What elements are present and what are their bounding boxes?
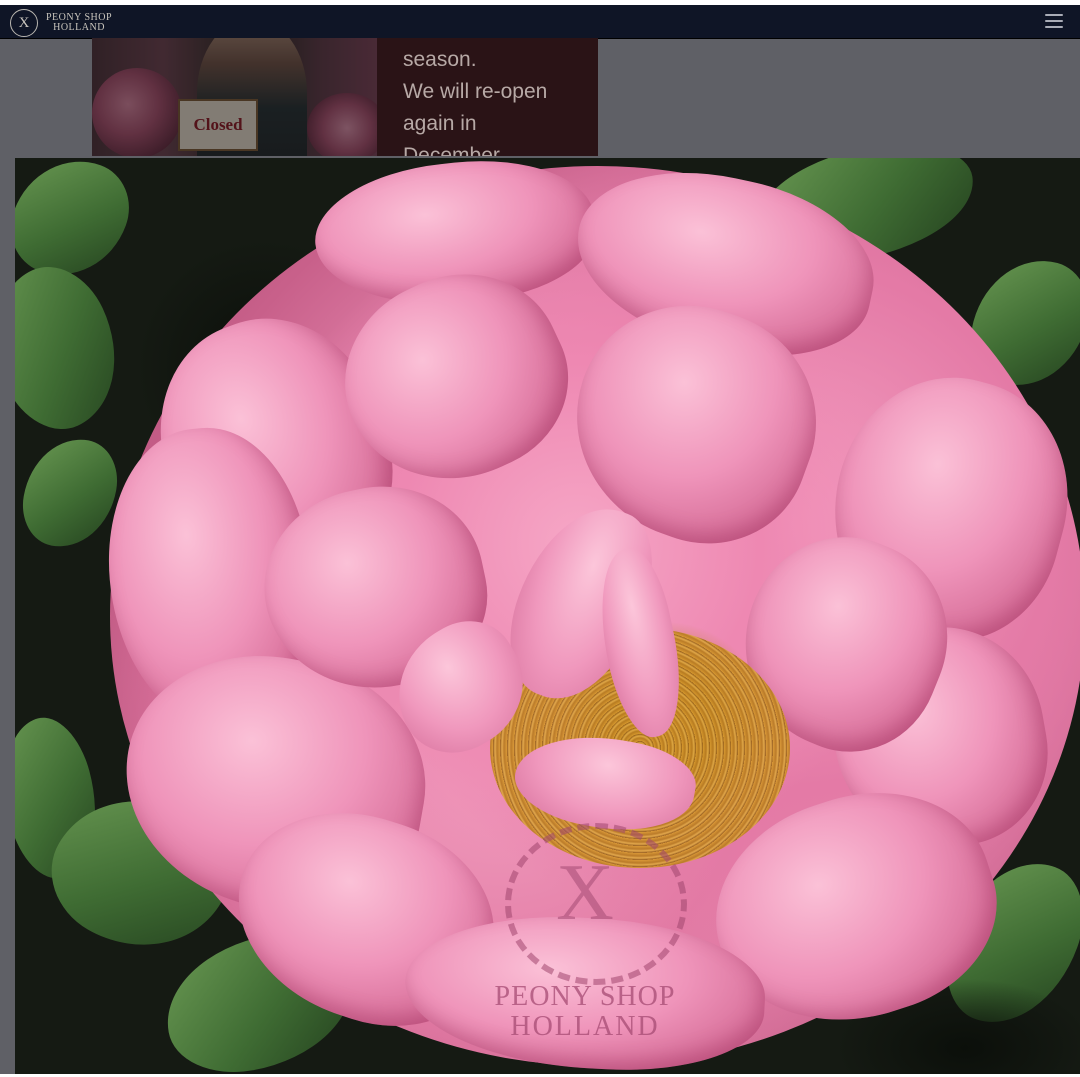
banner-line-3: again in [403, 112, 477, 135]
logo-line-2: HOLLAND [53, 22, 105, 33]
logo-x-icon: X [10, 9, 38, 37]
leaf [15, 250, 144, 446]
closed-sign: Closed [178, 99, 258, 151]
banner-flowers-right [307, 93, 377, 156]
logo-wordmark: PEONY SHOP HOLLAND [46, 13, 112, 33]
banner-flowers-left [92, 68, 182, 156]
shop-watermark: X PEONY SHOP HOLLAND [475, 823, 695, 1073]
watermark-x-icon: X [556, 849, 614, 937]
site-logo[interactable]: X PEONY SHOP HOLLAND [10, 9, 112, 37]
leaf [16, 431, 124, 555]
watermark-line-2: HOLLAND [510, 1011, 660, 1042]
lightbox-image[interactable]: X PEONY SHOP HOLLAND [15, 158, 1080, 1074]
banner-notice-box: season. We will re-open again in Decembe… [377, 38, 598, 156]
top-navigation-bar: X PEONY SHOP HOLLAND [0, 0, 1080, 38]
hamburger-menu-icon[interactable] [1045, 14, 1063, 28]
closed-sign-text: Closed [193, 115, 243, 134]
banner-line-4: December [403, 144, 500, 156]
banner-line-1: season. [403, 48, 477, 71]
banner-line-2: We will re-open [403, 80, 548, 103]
watermark-line-1: PEONY SHOP [494, 981, 676, 1012]
